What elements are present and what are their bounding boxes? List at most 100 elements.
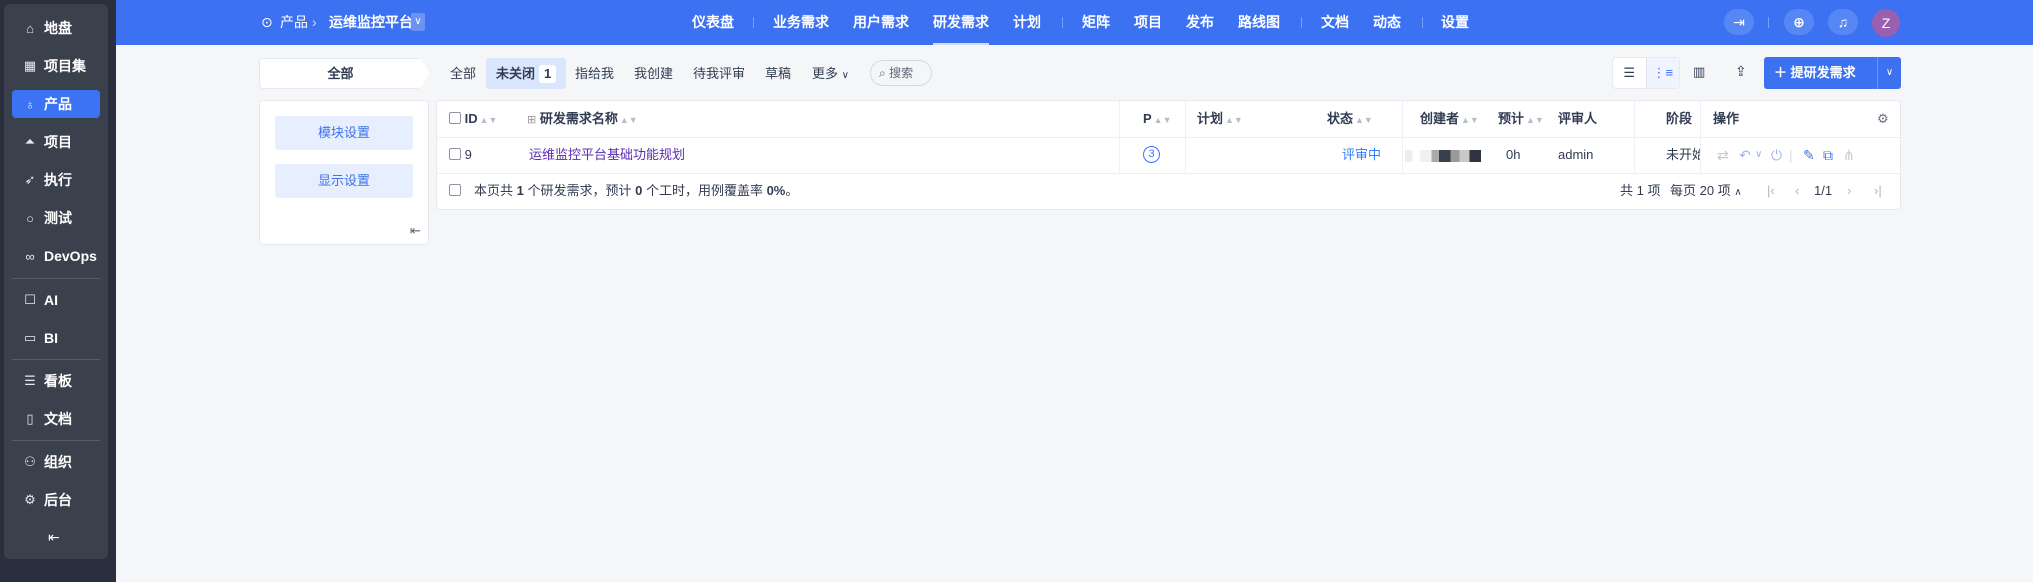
nav-plan[interactable]: 计划 <box>1013 0 1041 45</box>
table-footer: 本页共 1 个研发需求，预计 0 个工时，用例覆盖率 0%。 共 1 项 每页 … <box>437 173 1900 210</box>
sidebar-item-doc[interactable]: ▯ 文档 <box>12 405 100 433</box>
sort-icon: ▲▼ <box>1461 115 1479 125</box>
sidebar-item-admin[interactable]: ⚙ 后台 <box>12 486 100 514</box>
sidebar-item-label: 产品 <box>44 96 72 112</box>
nav-dashboard[interactable]: 仪表盘 <box>692 0 734 45</box>
header-priority[interactable]: P ▲▼ <box>1143 101 1172 137</box>
table-row: 9 运维监控平台基础功能规划 3 评审中 0h admin 未开始 ⇄ ↶ ∨ … <box>437 137 1900 173</box>
nav-release[interactable]: 发布 <box>1186 0 1214 45</box>
search-button[interactable]: ⌕ 搜索 <box>870 60 932 86</box>
header-status[interactable]: 状态 ▲▼ <box>1327 101 1373 137</box>
breadcrumb-current[interactable]: 运维监控平台 <box>329 0 413 45</box>
module-selector[interactable]: 全部 <box>259 58 421 89</box>
header-creator[interactable]: 创建者 ▲▼ <box>1420 101 1479 137</box>
story-name-link[interactable]: 运维监控平台基础功能规划 <box>529 137 685 173</box>
chevron-down-icon[interactable]: ∨ <box>1755 137 1762 173</box>
sign-in-icon[interactable]: ⇥ <box>1724 9 1754 35</box>
tab-review-by-me[interactable]: 待我评审 <box>693 58 745 89</box>
sidebar-item-label: DevOps <box>44 248 97 264</box>
nav-story[interactable]: 研发需求 <box>933 0 989 45</box>
sidebar-item-devops[interactable]: ∞ DevOps <box>12 242 100 270</box>
sidebar-item-bi[interactable]: ▭ BI <box>12 324 100 352</box>
nav-settings[interactable]: 设置 <box>1441 0 1469 45</box>
breadcrumb-root[interactable]: 产品 <box>280 0 308 45</box>
tab-created-by-me[interactable]: 我创建 <box>634 58 673 89</box>
header-estimate[interactable]: 预计 ▲▼ <box>1498 101 1544 137</box>
sidebar-divider <box>12 278 100 279</box>
kanban-icon: ☰ <box>24 373 36 388</box>
tab-all[interactable]: 全部 <box>450 58 476 89</box>
sidebar-item-label: 文档 <box>44 411 72 427</box>
nav-doc[interactable]: 文档 <box>1321 0 1349 45</box>
nav-dynamic[interactable]: 动态 <box>1373 0 1401 45</box>
column-settings-gear-icon[interactable]: ⚙ <box>1877 101 1889 137</box>
header-plan[interactable]: 计划 ▲▼ <box>1197 101 1243 137</box>
left-settings-panel: 模块设置 显示设置 ⇤ <box>259 100 429 245</box>
tree-view-icon[interactable]: ⋮≡ <box>1646 58 1679 88</box>
last-page-icon[interactable]: ›| <box>1874 173 1882 209</box>
sidebar-item-dashboard[interactable]: ⌂ 地盘 <box>12 14 100 42</box>
avatar[interactable]: Z <box>1872 9 1900 37</box>
tab-unclosed[interactable]: 未关闭 1 <box>486 58 567 89</box>
list-view-icon[interactable]: ☰ <box>1613 58 1647 88</box>
header-stage[interactable]: 阶段 <box>1666 101 1692 137</box>
add-icon[interactable]: ⊕ <box>1784 9 1814 35</box>
location-pin-icon: ⊙ <box>261 14 273 30</box>
row-checkbox[interactable] <box>449 148 461 160</box>
nav-requirement[interactable]: 用户需求 <box>853 0 909 45</box>
sidebar-item-execution[interactable]: ➶ 执行 <box>12 166 100 194</box>
sidebar-item-label: 项目 <box>44 134 72 150</box>
module-arrow <box>420 58 430 89</box>
sidebar-item-label: 组织 <box>44 454 72 470</box>
sidebar-item-label: 地盘 <box>44 20 72 36</box>
next-page-icon[interactable]: › <box>1847 173 1851 209</box>
product-switch-dropdown[interactable]: ∨ <box>411 13 425 31</box>
nav-matrix[interactable]: 矩阵 <box>1082 0 1110 45</box>
sort-icon: ▲▼ <box>619 115 638 125</box>
edit-icon[interactable]: ✎ <box>1803 137 1815 173</box>
subdivide-icon[interactable]: ⋔ <box>1843 137 1855 173</box>
collapse-sidebar-icon[interactable]: ⇤ <box>48 529 60 546</box>
sidebar-item-product[interactable]: ♁ 产品 <box>12 90 100 118</box>
export-icon[interactable]: ⇪ <box>1735 63 1747 80</box>
tab-draft[interactable]: 草稿 <box>765 58 791 89</box>
sidebar-item-kanban[interactable]: ☰ 看板 <box>12 367 100 395</box>
header-id[interactable]: ID ▲▼ <box>449 101 497 137</box>
sidebar-item-ai[interactable]: ☐ AI <box>12 286 100 314</box>
tab-more[interactable]: 更多 ∨ <box>812 58 849 89</box>
sidebar-panel: ⌂ 地盘 ▦ 项目集 ♁ 产品 ⏶ 项目 ➶ 执行 ○ 测试 ∞ DevOps ☐ AI ▭ BI… <box>4 4 108 559</box>
gear-icon: ⚙ <box>24 492 36 507</box>
expand-all-icon[interactable]: ⊞ <box>527 114 536 126</box>
sidebar-item-program[interactable]: ▦ 项目集 <box>12 52 100 80</box>
bell-icon[interactable]: ♫ <box>1828 9 1858 35</box>
change-icon[interactable]: ⇄ <box>1717 137 1729 173</box>
module-settings-button[interactable]: 模块设置 <box>275 116 413 150</box>
sidebar: ⌂ 地盘 ▦ 项目集 ♁ 产品 ⏶ 项目 ➶ 执行 ○ 测试 ∞ DevOps ☐ AI ▭ BI… <box>0 0 116 582</box>
undo-review-icon[interactable]: ↶ <box>1739 137 1751 173</box>
header-name[interactable]: ⊞ 研发需求名称 ▲▼ <box>527 101 638 137</box>
nav-epic[interactable]: 业务需求 <box>773 0 829 45</box>
report-chart-icon[interactable]: ▥ <box>1693 64 1705 80</box>
sidebar-item-label: AI <box>44 292 58 308</box>
footer-select-checkbox[interactable] <box>449 184 461 196</box>
sidebar-item-project[interactable]: ⏶ 项目 <box>12 128 100 156</box>
nav-roadmap[interactable]: 路线图 <box>1238 0 1280 45</box>
pager-per-page[interactable]: 每页 20 项 ∧ <box>1670 173 1742 209</box>
pager-page: 1/1 <box>1814 183 1833 198</box>
nav-separator <box>1062 17 1063 28</box>
tab-assigned-to-me[interactable]: 指给我 <box>575 58 614 89</box>
sort-icon: ▲▼ <box>479 115 498 125</box>
nav-project[interactable]: 项目 <box>1134 0 1162 45</box>
create-dropdown-chevron-icon[interactable]: ∨ <box>1877 57 1901 89</box>
display-settings-button[interactable]: 显示设置 <box>275 164 413 198</box>
create-story-button[interactable]: ＋ 提研发需求 ∨ <box>1764 57 1901 89</box>
sidebar-item-test[interactable]: ○ 测试 <box>12 204 100 232</box>
creator-blurred <box>1405 150 1481 162</box>
select-all-checkbox[interactable] <box>449 112 461 124</box>
split-icon[interactable]: ⧉ <box>1823 137 1833 173</box>
first-page-icon[interactable]: |‹ <box>1767 173 1775 209</box>
prev-page-icon[interactable]: ‹ <box>1795 173 1799 209</box>
close-power-icon[interactable]: ⏻ <box>1771 137 1782 173</box>
collapse-panel-icon[interactable]: ⇤ <box>410 223 421 239</box>
sidebar-item-org[interactable]: ⚇ 组织 <box>12 448 100 476</box>
